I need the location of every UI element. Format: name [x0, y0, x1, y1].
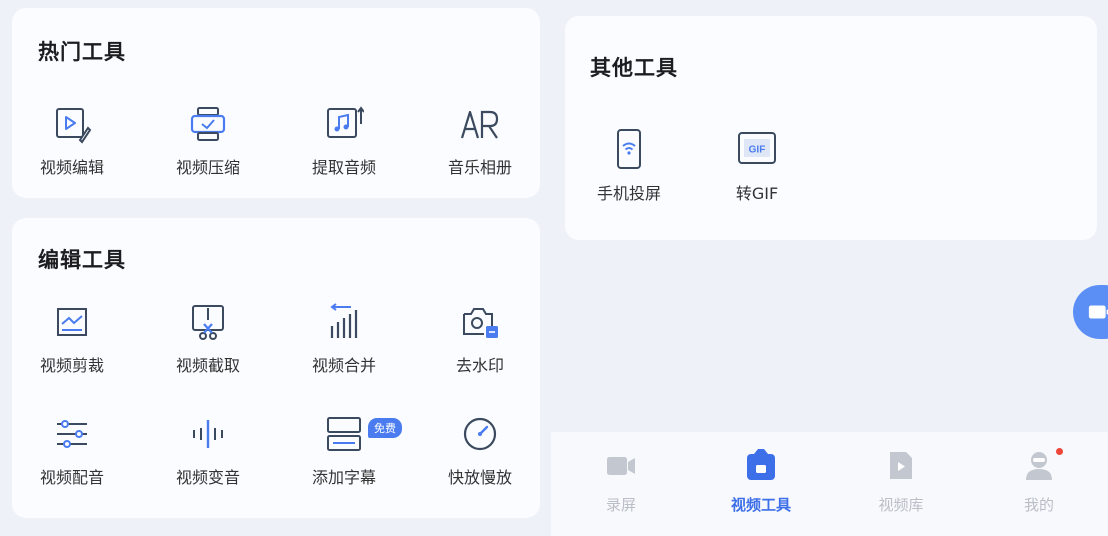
tool-video-edit[interactable]: 视频编辑: [17, 104, 127, 178]
free-badge: 免费: [368, 418, 402, 438]
profile-icon: [1026, 452, 1052, 480]
video-cut-icon: [192, 305, 224, 340]
tool-label: 去水印: [455, 356, 504, 375]
tab-label: 视频库: [878, 496, 924, 514]
subtitle-icon: [327, 417, 361, 451]
screen-cast-icon: [617, 129, 641, 169]
tool-label: 视频剪裁: [39, 356, 104, 375]
other-tools-card: 其他工具 手机投屏 GIF 转GIF: [565, 16, 1097, 240]
tab-label: 我的: [1023, 496, 1054, 514]
edit-tools-card: 编辑工具 视频剪裁 视频截取 视频合并 去水印 视频配音 视频变音 添加字幕 免…: [12, 218, 540, 518]
hot-tools-card: 热门工具 视频编辑 视频压缩 提取音频 音乐相册: [12, 8, 540, 198]
video-merge-icon: [330, 303, 358, 338]
tab-video-tools[interactable]: 视频工具: [701, 448, 821, 515]
notification-dot: [1056, 448, 1063, 455]
video-compress-icon: [190, 107, 226, 141]
tool-label: 快放慢放: [447, 468, 512, 487]
tool-voice-change[interactable]: 视频变音: [153, 414, 263, 488]
dubbing-icon: [57, 420, 87, 448]
tool-video-cut[interactable]: 视频截取: [153, 302, 263, 376]
tool-video-merge[interactable]: 视频合并: [289, 302, 399, 376]
other-tools-title: 其他工具: [590, 56, 678, 80]
tool-label: 提取音频: [311, 158, 376, 177]
tool-label: 视频压缩: [175, 158, 240, 177]
tab-profile[interactable]: 我的: [979, 448, 1099, 515]
speed-icon: [463, 417, 497, 451]
tool-label: 手机投屏: [596, 184, 661, 203]
tab-label: 录屏: [605, 496, 636, 514]
tool-label: 视频合并: [311, 356, 376, 375]
hot-tools-title: 热门工具: [38, 40, 126, 64]
tool-screen-cast[interactable]: 手机投屏: [574, 126, 684, 204]
tool-label: 视频变音: [175, 468, 240, 487]
remove-watermark-icon: [463, 308, 498, 338]
tool-to-gif[interactable]: GIF 转GIF: [702, 126, 812, 204]
extract-audio-icon: [327, 106, 364, 138]
tab-label: 视频工具: [730, 496, 791, 514]
bottom-tab-bar: 录屏 视频工具 视频库 我的: [551, 432, 1108, 536]
tool-label: 添加字幕: [311, 468, 376, 487]
tool-remove-watermark[interactable]: 去水印: [425, 302, 535, 376]
music-album-icon: [460, 110, 499, 139]
tool-speed-change[interactable]: 快放慢放: [425, 414, 535, 488]
video-library-icon: [890, 452, 912, 479]
crop-icon: [57, 308, 87, 336]
tool-label: 视频截取: [175, 356, 240, 375]
gif-icon: GIF: [738, 132, 776, 164]
video-edit-icon: [56, 108, 92, 144]
tool-label: 视频配音: [39, 468, 104, 487]
tool-video-crop[interactable]: 视频剪裁: [17, 302, 127, 376]
svg-text:GIF: GIF: [749, 145, 766, 156]
edit-tools-title: 编辑工具: [38, 248, 126, 272]
tool-label: 转GIF: [735, 184, 779, 203]
tool-video-dubbing[interactable]: 视频配音: [17, 414, 127, 488]
tab-video-library[interactable]: 视频库: [841, 448, 961, 515]
voice-change-icon: [193, 420, 223, 448]
camera-icon: [1088, 305, 1108, 319]
tool-extract-audio[interactable]: 提取音频: [289, 104, 399, 178]
floating-record-button[interactable]: [1073, 285, 1108, 339]
record-icon: [607, 457, 635, 475]
tool-video-compress[interactable]: 视频压缩: [153, 104, 263, 178]
tool-music-album[interactable]: 音乐相册: [425, 104, 535, 178]
tool-label: 音乐相册: [447, 158, 512, 177]
tool-label: 视频编辑: [39, 158, 104, 177]
tab-record[interactable]: 录屏: [561, 448, 681, 515]
video-tools-icon: [747, 449, 775, 480]
